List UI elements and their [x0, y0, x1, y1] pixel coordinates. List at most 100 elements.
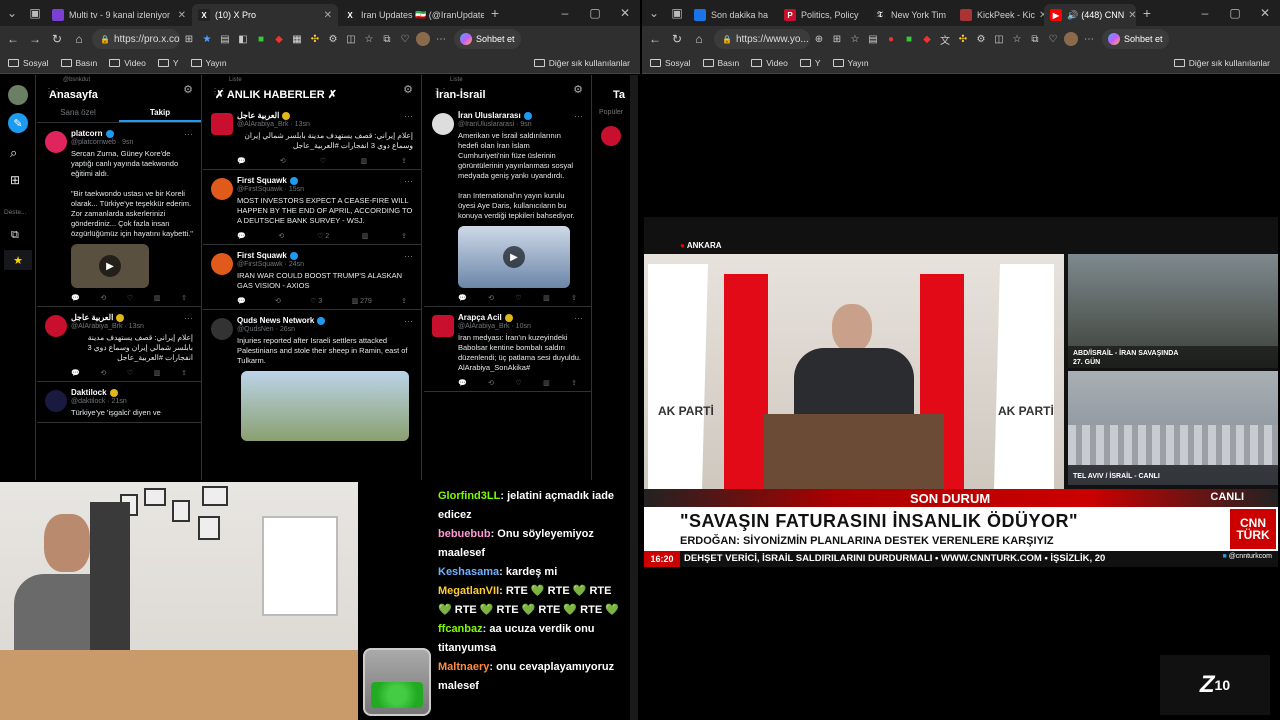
tab-politico[interactable]: P Politics, Policy — [778, 4, 868, 26]
like-icon[interactable]: ♡ — [127, 369, 133, 377]
bookmark-folder[interactable]: Video — [109, 58, 146, 68]
share-icon[interactable]: ⇪ — [401, 297, 407, 305]
window-close-icon[interactable]: ✕ — [1250, 6, 1280, 20]
extensions-puzzle-icon[interactable]: ⚙ — [972, 30, 990, 48]
extension-icon[interactable]: ● — [882, 30, 900, 48]
reply-icon[interactable]: 💬 — [237, 232, 246, 240]
star-icon[interactable]: ★ — [4, 250, 32, 270]
window-close-icon[interactable]: ✕ — [610, 6, 640, 20]
extension-icon[interactable]: ◆ — [918, 30, 936, 48]
avatar[interactable] — [1062, 30, 1080, 48]
gear-icon[interactable]: ⚙ — [573, 83, 583, 96]
views-icon[interactable]: ▥ — [154, 294, 161, 302]
other-bookmarks[interactable]: Diğer sık kullanılanlar — [1173, 58, 1270, 68]
home-icon[interactable]: ⌂ — [68, 28, 90, 50]
collections-icon[interactable]: ⧉ — [1026, 30, 1044, 48]
tweet[interactable]: ⋯ First Squawk @FirstSquawk · 15sn MOST … — [203, 170, 421, 245]
tweet[interactable]: ⋯ platcorn @platcornweb · 9sn Sercan Zur… — [37, 123, 201, 307]
video-thumbnail[interactable]: ▶ — [71, 244, 149, 288]
retweet-icon[interactable]: ⟲ — [488, 379, 494, 387]
favorite-star-icon[interactable]: ☆ — [846, 30, 864, 48]
bookmark-folder[interactable]: Yayın — [190, 58, 227, 68]
reply-icon[interactable]: 💬 — [237, 297, 246, 305]
views-icon[interactable]: ▥ — [154, 369, 161, 377]
heart-icon[interactable]: ♡ — [1044, 30, 1062, 48]
extensions-puzzle-icon[interactable]: ⚙ — [324, 30, 342, 48]
compose-icon[interactable]: ✎ — [8, 113, 28, 133]
new-tab-icon[interactable]: + — [1136, 2, 1158, 24]
translate-icon[interactable]: 文 — [936, 30, 954, 48]
tweet[interactable]: Daktilock @daktilock · 21sn Türkiye'ye '… — [37, 382, 201, 423]
extension-icon[interactable]: ■ — [252, 30, 270, 48]
avatar[interactable] — [45, 131, 67, 153]
drag-handle-icon[interactable]: ⋮⋮ — [211, 87, 227, 96]
tab-nyt[interactable]: 𝔗 New York Tim — [868, 4, 954, 26]
drag-handle-icon[interactable]: ⋮⋮ — [432, 87, 448, 96]
share-icon[interactable]: ⇪ — [571, 294, 577, 302]
favorite-star-icon[interactable]: ★ — [198, 30, 216, 48]
bookmark-folder[interactable]: Y — [157, 58, 179, 68]
views-icon[interactable]: ▥ — [543, 294, 550, 302]
extension-icon[interactable]: ▤ — [216, 30, 234, 48]
tab-multitv[interactable]: Multi tv - 9 kanal izleniyor ✕ — [46, 4, 192, 26]
tab-iran-updates[interactable]: X Iran Updates 🇮🇷 (@IranUpdate ✕ — [338, 4, 484, 26]
more-icon[interactable]: ⋯ — [404, 111, 413, 122]
copilot-chat-button[interactable]: Sohbet et — [1102, 29, 1169, 49]
avatar[interactable] — [211, 178, 233, 200]
reader-icon[interactable]: ⊞ — [828, 30, 846, 48]
share-icon[interactable]: ⇪ — [401, 232, 407, 240]
extension-icon[interactable]: ◧ — [234, 30, 252, 48]
speaker-icon[interactable]: 🔊 — [1067, 10, 1078, 21]
tweet[interactable]: ⋯ Arapça Acil @AlArabiya_Brk · 10sn İran… — [424, 307, 591, 392]
like-icon[interactable]: ♡ — [515, 294, 521, 302]
extension-icon[interactable]: ■ — [900, 30, 918, 48]
tab-popular[interactable]: Popüler — [593, 105, 629, 116]
address-bar[interactable]: 🔒 https://www.yo... — [714, 29, 810, 49]
tweet[interactable]: ⋯ First Squawk @FirstSquawk · 24sn IRAN … — [203, 245, 421, 310]
like-icon[interactable]: ♡ 3 — [310, 297, 322, 305]
more-icon[interactable]: ⋯ — [404, 176, 413, 187]
more-icon[interactable]: ⋯ — [574, 313, 583, 324]
refresh-icon[interactable]: ↻ — [46, 28, 68, 50]
tweet[interactable]: ⋯ Quds News Network @QudsNen · 26sn Inju… — [203, 310, 421, 445]
like-icon[interactable]: ♡ — [127, 294, 133, 302]
forward-icon[interactable]: → — [24, 28, 46, 50]
tab-son-dakika[interactable]: Son dakika ha — [688, 4, 778, 26]
extension-icon[interactable]: ◆ — [270, 30, 288, 48]
video-player[interactable]: ● ANKARA AK PARTİ AK PARTİ ABD/İSRAİL - İ… — [644, 75, 1278, 720]
more-icon[interactable]: ⋯ — [574, 111, 583, 122]
refresh-icon[interactable]: ↻ — [666, 28, 688, 50]
split-screen-icon[interactable]: ◫ — [990, 30, 1008, 48]
bookmark-folder[interactable]: Yayın — [832, 58, 869, 68]
more-icon[interactable]: ⋯ — [404, 251, 413, 262]
new-tab-icon[interactable]: + — [484, 2, 506, 24]
retweet-icon[interactable]: ⟲ — [488, 294, 494, 302]
share-icon[interactable]: ⇪ — [571, 379, 577, 387]
home-icon[interactable]: ⌂ — [688, 28, 710, 50]
close-icon[interactable]: ✕ — [174, 10, 186, 21]
reply-icon[interactable]: 💬 — [71, 369, 80, 377]
play-icon[interactable]: ▶ — [503, 246, 525, 268]
tab-for-you[interactable]: Sana özel — [37, 105, 119, 122]
share-icon[interactable]: ⇪ — [181, 369, 187, 377]
extension-icon[interactable]: ⊕ — [810, 30, 828, 48]
search-icon[interactable]: ⌕ — [10, 145, 17, 161]
back-icon[interactable]: ← — [644, 28, 666, 50]
tweet[interactable]: ⋯ العربية عاجل @AlArabiya_Brk · 13sn إعل… — [37, 307, 201, 382]
bookmark-folder[interactable]: Video — [751, 58, 788, 68]
views-icon[interactable]: ▥ 279 — [352, 297, 372, 305]
bookmark-folder[interactable]: Sosyal — [8, 58, 49, 68]
avatar[interactable] — [432, 315, 454, 337]
tab-following[interactable]: Takip — [119, 105, 201, 122]
tab-xpro[interactable]: X (10) X Pro ✕ — [192, 4, 338, 26]
tab-kickpeek[interactable]: KickPeek - Kic ✕ — [954, 4, 1044, 26]
collections-icon[interactable]: ⧉ — [378, 30, 396, 48]
bookmark-folder[interactable]: Sosyal — [650, 58, 691, 68]
avatar[interactable] — [45, 315, 67, 337]
more-icon[interactable]: ⋯ — [404, 316, 413, 327]
bookmark-folder[interactable]: Basın — [702, 58, 739, 68]
retweet-icon[interactable]: ⟲ — [100, 369, 106, 377]
copilot-chat-button[interactable]: Sohbet et — [454, 29, 521, 49]
retweet-icon[interactable]: ⟲ — [280, 157, 286, 165]
heart-icon[interactable]: ♡ — [396, 30, 414, 48]
